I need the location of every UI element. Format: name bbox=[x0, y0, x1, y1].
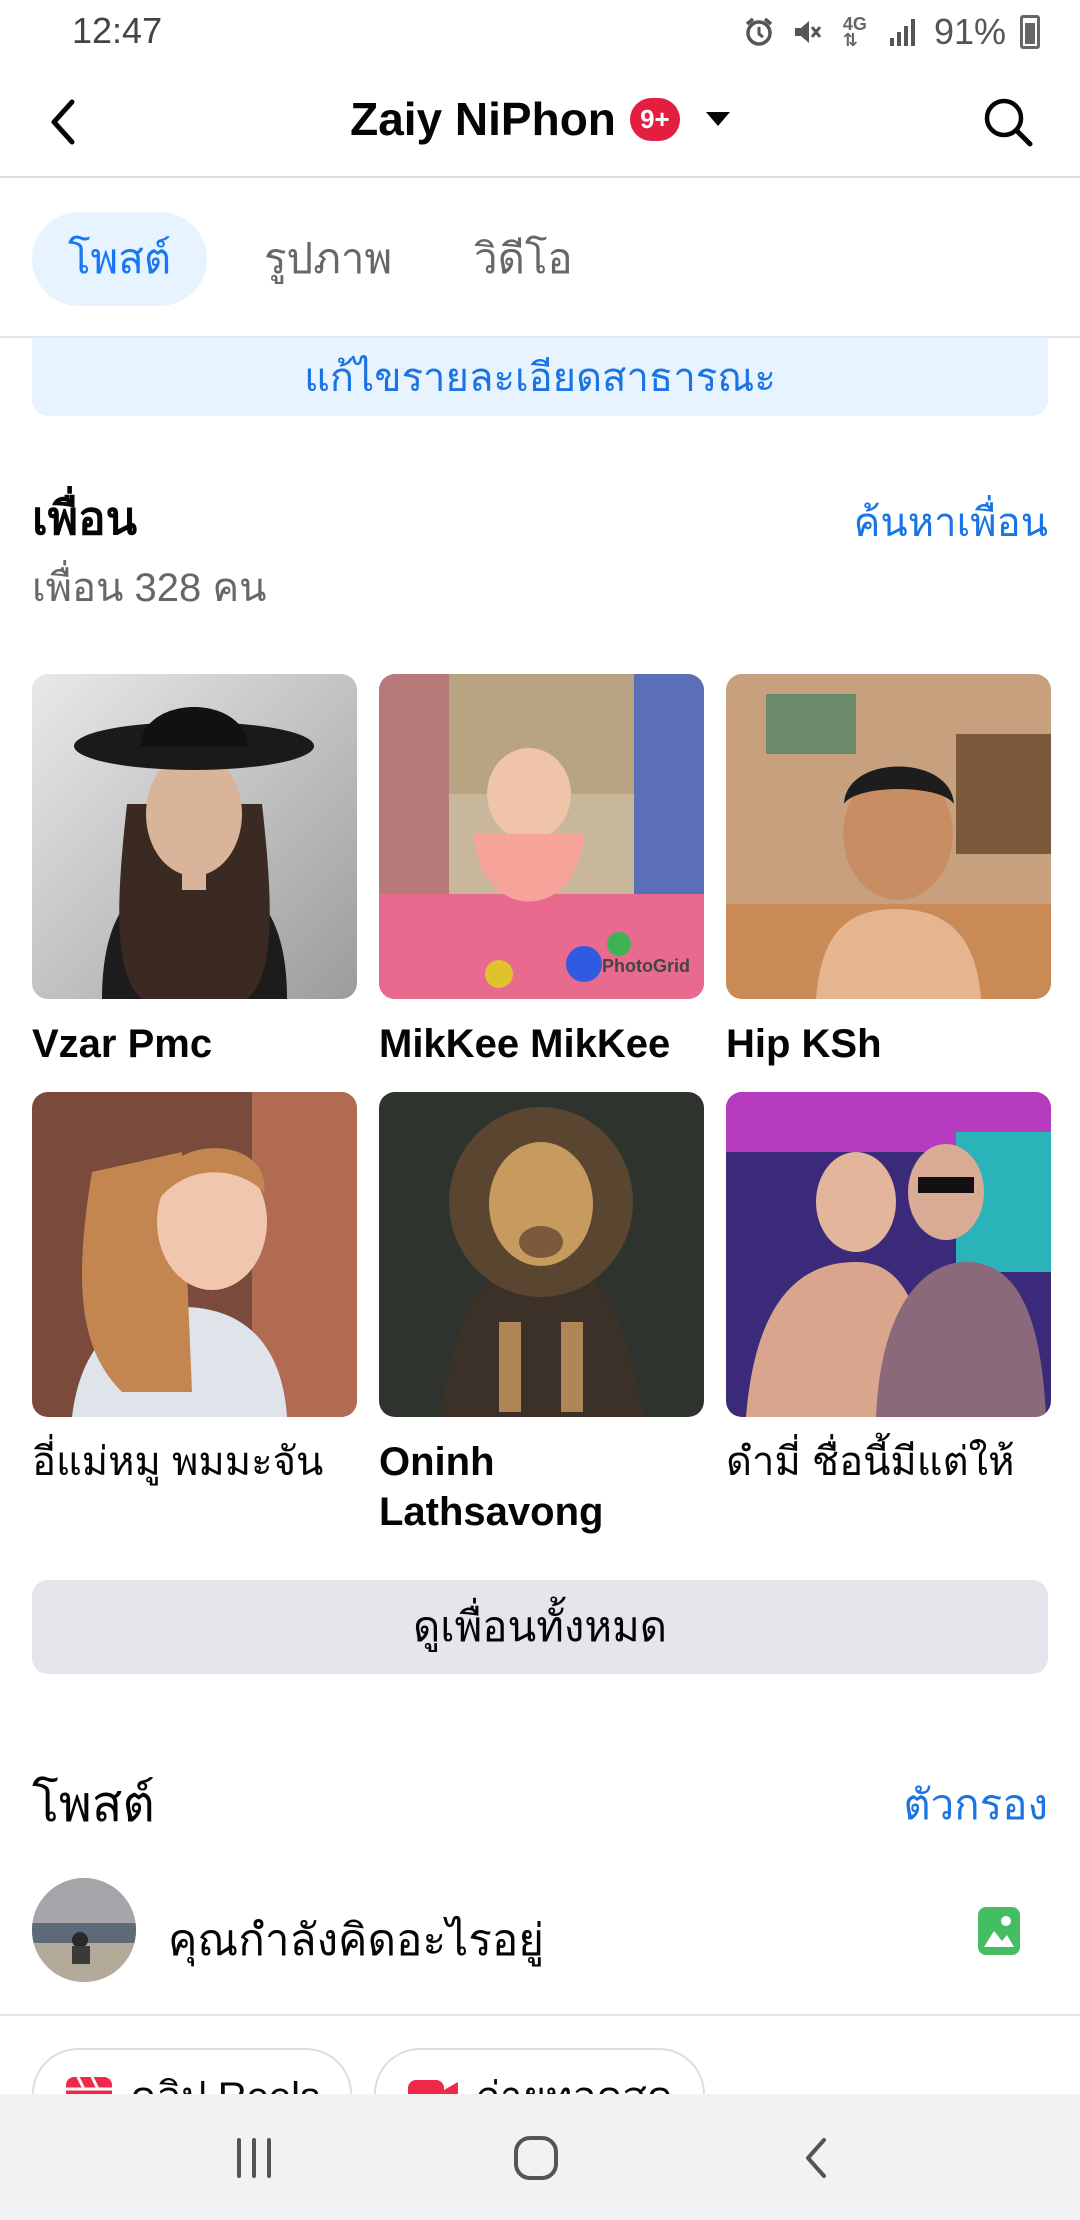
friend-count: เพื่อน 328 คน bbox=[32, 566, 267, 610]
caret-down-icon bbox=[705, 112, 730, 126]
friend-name: Oninh Lathsavong bbox=[379, 1440, 604, 1534]
search-icon bbox=[984, 98, 1033, 147]
top-header: Zaiy NiPhon 9+ bbox=[0, 66, 1080, 178]
search-button[interactable] bbox=[980, 94, 1036, 150]
system-navigation-bar bbox=[0, 2094, 1080, 2220]
friend-name: Hip KSh bbox=[726, 1022, 882, 1066]
friend-card[interactable]: ดำมี่ ชื่อนี้มีแต่ให้ bbox=[726, 1092, 1056, 1487]
tab-photos[interactable]: รูปภาพ bbox=[264, 212, 392, 306]
status-composer-input[interactable]: คุณกำลังคิดอะไรอยู่ bbox=[168, 1905, 544, 1975]
friend-name: Vzar Pmc bbox=[32, 1022, 213, 1066]
status-bar: 12:47 4G ⇅ 91% bbox=[0, 0, 1080, 66]
friend-name: อี่แม่หมู พมมะจัน bbox=[32, 1440, 324, 1484]
mute-icon bbox=[790, 15, 824, 49]
profile-tabs: โพสต์ รูปภาพ วิดีโอ bbox=[0, 178, 1080, 338]
friend-photo bbox=[379, 1092, 704, 1417]
friend-name: ดำมี่ ชื่อนี้มีแต่ให้ bbox=[726, 1440, 1015, 1484]
friend-photo bbox=[32, 1092, 357, 1417]
network-4g-icon: 4G ⇅ bbox=[842, 14, 867, 50]
home-button[interactable] bbox=[496, 2118, 576, 2198]
tab-posts[interactable]: โพสต์ bbox=[32, 212, 208, 306]
see-all-friends-button[interactable]: ดูเพื่อนทั้งหมด bbox=[32, 1580, 1048, 1674]
find-friends-link[interactable]: ค้นหาเพื่อน bbox=[854, 490, 1048, 554]
signal-icon bbox=[886, 15, 920, 49]
back-arrow-icon bbox=[806, 2138, 826, 2178]
notification-badge: 9+ bbox=[629, 97, 680, 141]
battery-percent: 91% bbox=[933, 11, 1006, 52]
friend-name: MikKee MikKee bbox=[379, 1022, 671, 1066]
friend-card[interactable]: Vzar Pmc bbox=[32, 674, 362, 1069]
profile-switcher[interactable]: Zaiy NiPhon 9+ bbox=[0, 92, 1080, 146]
friend-photo bbox=[726, 674, 1051, 999]
home-icon bbox=[514, 2136, 558, 2180]
filter-link[interactable]: ตัวกรอง bbox=[903, 1772, 1048, 1838]
friend-card[interactable]: อี่แม่หมู พมมะจัน bbox=[32, 1092, 362, 1487]
recent-apps-button[interactable] bbox=[214, 2118, 294, 2198]
photo-icon bbox=[978, 1907, 1020, 1955]
add-photo-button[interactable] bbox=[976, 1905, 1022, 1957]
friend-photo bbox=[726, 1092, 1051, 1417]
friend-photo: PhotoGrid bbox=[379, 674, 704, 999]
friend-card[interactable]: PhotoGrid MikKee MikKee bbox=[379, 674, 709, 1069]
system-back-button[interactable] bbox=[776, 2118, 856, 2198]
divider bbox=[0, 2014, 1080, 2016]
friend-card[interactable]: Oninh Lathsavong bbox=[379, 1092, 709, 1537]
edit-public-details-button[interactable]: แก้ไขรายละเอียดสาธารณะ bbox=[32, 338, 1048, 416]
tab-videos[interactable]: วิดีโอ bbox=[474, 212, 573, 306]
status-icons: 4G ⇅ 91% bbox=[742, 8, 1040, 56]
battery-icon bbox=[1020, 15, 1040, 49]
photo-watermark: PhotoGrid bbox=[602, 956, 690, 976]
alarm-icon bbox=[742, 15, 776, 49]
profile-name-title: Zaiy NiPhon bbox=[350, 93, 616, 145]
recent-apps-icon bbox=[237, 2138, 271, 2178]
avatar[interactable] bbox=[32, 1878, 136, 1982]
status-time: 12:47 bbox=[72, 10, 163, 51]
friend-card[interactable]: Hip KSh bbox=[726, 674, 1056, 1069]
friend-photo bbox=[32, 674, 357, 999]
posts-section-title: โพสต์ bbox=[32, 1776, 155, 1832]
friends-section-title: เพื่อน bbox=[32, 492, 138, 544]
